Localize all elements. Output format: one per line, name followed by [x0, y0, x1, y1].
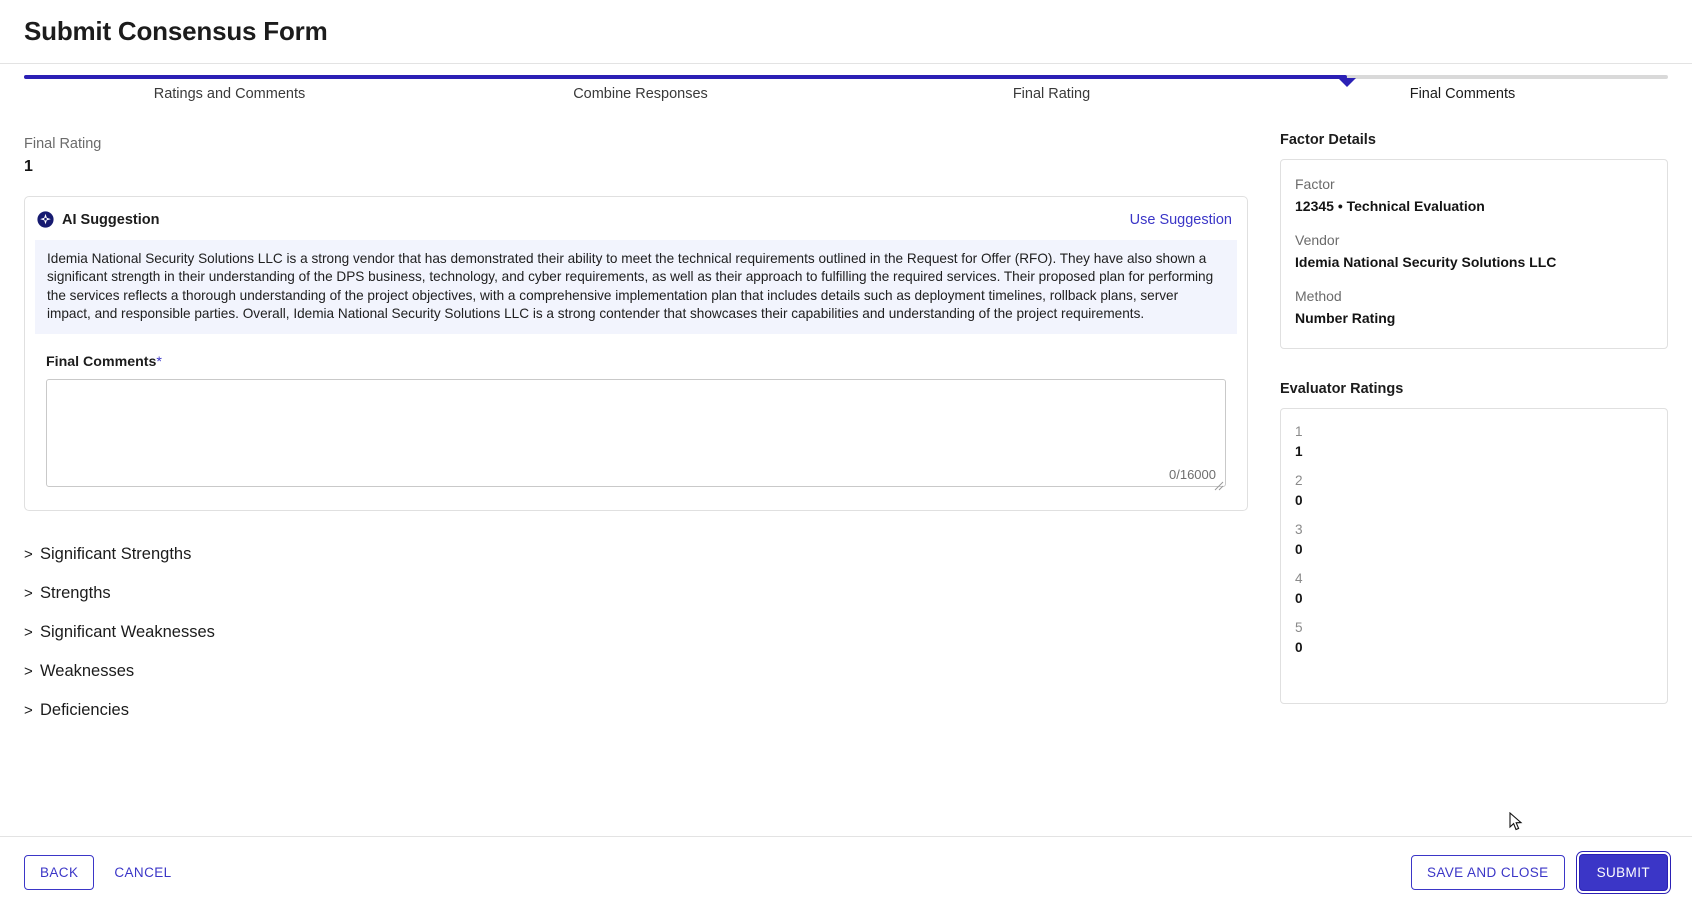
- evaluator-ratings-block: Evaluator Ratings 1120304050: [1280, 381, 1668, 704]
- cancel-button[interactable]: CANCEL: [108, 856, 177, 889]
- evaluator-rating-key: 1: [1295, 423, 1303, 439]
- section-toggle-5[interactable]: > Deficiencies: [24, 691, 1248, 730]
- evaluator-rating-item: 20: [1295, 473, 1653, 508]
- section-title: Deficiencies: [40, 701, 129, 720]
- stepper-track: [24, 75, 1668, 79]
- section-title: Strengths: [40, 584, 111, 603]
- section-toggle-3[interactable]: > Significant Weaknesses: [24, 613, 1248, 652]
- sidebar-column: Factor Details Factor 12345 • Technical E…: [1272, 114, 1692, 836]
- factor-detail-item: Factor 12345 • Technical Evaluation: [1295, 176, 1653, 216]
- final-comments-label-row: Final Comments*: [35, 354, 1237, 370]
- chevron-right-icon: >: [24, 624, 33, 642]
- factor-detail-item: Vendor Idemia National Security Solutions…: [1295, 232, 1653, 272]
- save-and-close-button[interactable]: SAVE AND CLOSE: [1410, 854, 1565, 890]
- section-title: Weaknesses: [40, 662, 135, 681]
- chevron-right-icon: >: [24, 546, 33, 564]
- factor-detail-item: Method Number Rating: [1295, 288, 1653, 328]
- page-header: Submit Consensus Form: [0, 0, 1692, 64]
- factor-details-heading: Factor Details: [1280, 132, 1376, 148]
- evaluator-rating-value: 0: [1295, 541, 1303, 557]
- use-suggestion-link[interactable]: Use Suggestion: [1130, 212, 1235, 228]
- chevron-right-icon: >: [24, 585, 33, 603]
- evaluator-rating-key: 3: [1295, 521, 1303, 537]
- submit-button[interactable]: SUBMIT: [1578, 853, 1668, 891]
- final-comments-label: Final Comments: [46, 354, 157, 371]
- evaluator-ratings-card: 1120304050: [1280, 407, 1668, 704]
- section-title: Significant Strengths: [40, 545, 192, 564]
- section-toggle-1[interactable]: > Significant Strengths: [24, 535, 1248, 574]
- factor-detail-value: 12345 • Technical Evaluation: [1295, 198, 1485, 214]
- ai-suggestion-title-group: AI Suggestion: [37, 211, 159, 228]
- stepper-step-4[interactable]: Final Comments: [1257, 86, 1668, 102]
- ai-suggestion-card: AI Suggestion Use Suggestion Idemia Nati…: [24, 196, 1248, 512]
- main-column: Final Rating 1 AI Suggestion Use Suggest…: [0, 114, 1272, 836]
- chevron-right-icon: >: [24, 702, 33, 720]
- factor-detail-label: Vendor: [1295, 231, 1340, 248]
- evaluator-rating-item: 11: [1295, 424, 1653, 459]
- back-button[interactable]: BACK: [24, 854, 95, 890]
- body-content: Final Rating 1 AI Suggestion Use Suggest…: [0, 114, 1692, 836]
- evaluator-rating-key: 4: [1295, 570, 1303, 586]
- factor-detail-value: Idemia National Security Solutions LLC: [1295, 253, 1557, 270]
- evaluator-rating-value: 0: [1295, 639, 1303, 655]
- evaluator-rating-item: 30: [1295, 522, 1653, 557]
- ai-suggestion-title: AI Suggestion: [62, 211, 160, 228]
- evaluator-rating-key: 2: [1295, 472, 1303, 488]
- evaluator-rating-item: 50: [1295, 620, 1653, 655]
- footer-right-actions: SAVE AND CLOSE SUBMIT: [1410, 853, 1668, 891]
- section-toggle-4[interactable]: > Weaknesses: [24, 652, 1248, 691]
- evaluator-rating-value: 0: [1295, 590, 1303, 606]
- final-rating-label: Final Rating: [24, 136, 102, 152]
- footer-left-actions: BACK CANCEL: [24, 854, 178, 890]
- section-toggle-2[interactable]: > Strengths: [24, 574, 1248, 613]
- evaluator-rating-item: 40: [1295, 571, 1653, 606]
- evaluator-rating-value: 0: [1295, 492, 1303, 508]
- stepper-step-1[interactable]: Ratings and Comments: [24, 86, 435, 102]
- section-title: Significant Weaknesses: [40, 623, 215, 642]
- stepper-step-3[interactable]: Final Rating: [846, 86, 1257, 102]
- factor-detail-value: Number Rating: [1295, 309, 1396, 326]
- required-marker: *: [156, 354, 162, 371]
- stepper-labels: Ratings and Comments Combine Responses Fin…: [24, 86, 1668, 102]
- factor-details-card: Factor 12345 • Technical Evaluation Vendor…: [1280, 159, 1668, 349]
- ai-suggestion-text: Idemia National Security Solutions LLC i…: [35, 240, 1237, 335]
- final-comments-field-wrap: 0/16000: [46, 379, 1226, 492]
- factor-detail-label: Method: [1295, 287, 1342, 304]
- page-footer: BACK CANCEL SAVE AND CLOSE SUBMIT: [0, 836, 1692, 907]
- final-comments-input[interactable]: [46, 379, 1226, 488]
- stepper-progress-fill: [24, 75, 1348, 79]
- collapsible-sections: > Significant Strengths > Strengths > Signifi…: [24, 535, 1248, 730]
- progress-stepper: Ratings and Comments Combine Responses Fin…: [0, 64, 1692, 114]
- ai-sparkle-icon: [37, 211, 54, 228]
- final-rating-value: 1: [24, 158, 33, 175]
- evaluator-ratings-heading: Evaluator Ratings: [1280, 380, 1404, 397]
- evaluator-rating-key: 5: [1295, 619, 1303, 635]
- page-title: Submit Consensus Form: [24, 16, 328, 46]
- evaluator-rating-value: 1: [1295, 443, 1303, 459]
- ai-suggestion-header: AI Suggestion Use Suggestion: [35, 211, 1237, 228]
- factor-detail-label: Factor: [1295, 176, 1335, 192]
- chevron-right-icon: >: [24, 663, 33, 681]
- stepper-step-2[interactable]: Combine Responses: [435, 86, 846, 102]
- submit-consensus-form-page: Submit Consensus Form Ratings and Commen…: [0, 0, 1692, 907]
